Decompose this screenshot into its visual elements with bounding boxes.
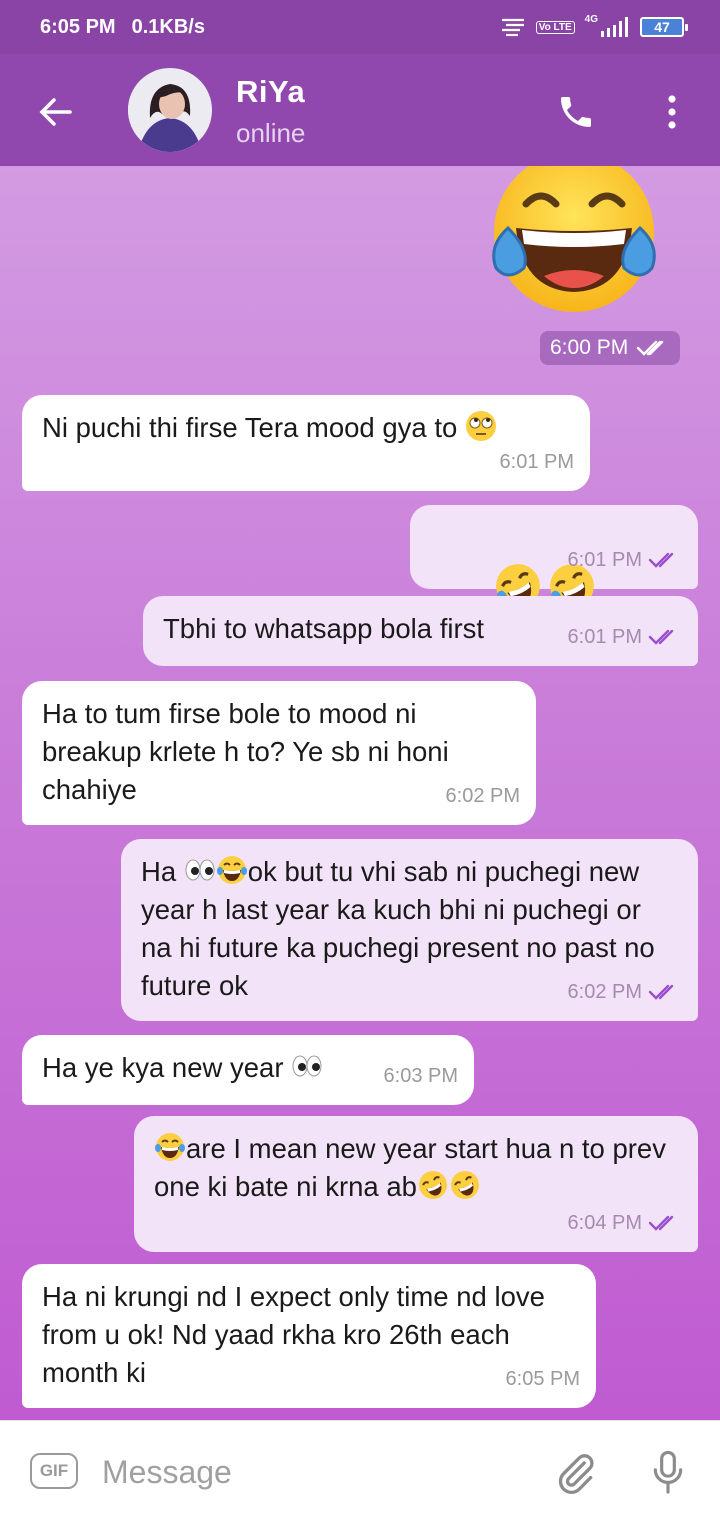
- message-time: 6:02 PM: [445, 785, 520, 807]
- message-meta: 6:05 PM: [506, 1360, 580, 1398]
- more-options-button[interactable]: [654, 88, 690, 136]
- message-input[interactable]: [100, 1445, 534, 1499]
- tears-of-joy-emoji-icon: [216, 856, 247, 884]
- network-type: 4G: [584, 13, 598, 25]
- eyes-emoji-icon: [185, 859, 215, 881]
- notification-lines-icon: [500, 17, 526, 37]
- read-receipt-icon: [637, 340, 664, 356]
- message-bubble-outgoing[interactable]: Tbhi to whatsapp bola first 6:01 PM: [143, 596, 698, 666]
- message-time: 6:03 PM: [383, 1065, 458, 1087]
- message-meta: 6:01 PM: [568, 541, 682, 579]
- chat-screen: 6:05 PM 0.1KB/s Vo LTE 4G 47 RiYa online…: [0, 0, 720, 1520]
- volte-badge-icon: Vo LTE: [535, 20, 575, 34]
- message-time: 6:02 PM: [567, 981, 642, 1003]
- message-bubble-outgoing[interactable]: 6:01 PM: [410, 505, 698, 608]
- message-text: Ha ni krungi nd I expect only time nd lo…: [42, 1281, 553, 1388]
- message-text: are I mean new year start hua n to prev …: [154, 1133, 674, 1202]
- tears-of-joy-icon: [492, 166, 656, 312]
- message-list[interactable]: 6:00 PM Ni puchi thi firse Tera mood gya…: [0, 166, 720, 1420]
- back-button[interactable]: [28, 84, 84, 140]
- read-receipt-icon: [648, 629, 674, 645]
- microphone-button[interactable]: [646, 1447, 690, 1499]
- rofl-emoji-icon: [450, 1171, 479, 1199]
- message-meta: 6:02 PM: [568, 973, 682, 1011]
- contact-name[interactable]: RiYa: [236, 74, 305, 110]
- call-button[interactable]: [552, 88, 600, 136]
- message-time: 6:01 PM: [567, 626, 642, 648]
- signal-icon: 4G: [584, 13, 630, 37]
- message-bubble-incoming[interactable]: Ha ni krungi nd I expect only time nd lo…: [22, 1264, 596, 1408]
- message-bubble-outgoing[interactable]: Ha ok but tu vhi sab ni puchegi new year…: [121, 839, 698, 1021]
- message-time: 6:05 PM: [505, 1368, 580, 1390]
- message-bubble-incoming[interactable]: Ha ye kya new year 6:03 PM: [22, 1035, 474, 1105]
- message-text: Ni puchi thi firse Tera mood gya to: [42, 409, 570, 447]
- status-bar: 6:05 PM 0.1KB/s Vo LTE 4G 47: [0, 0, 720, 54]
- battery-icon: 47: [640, 17, 688, 37]
- message-bubble-incoming[interactable]: Ni puchi thi firse Tera mood gya to 6:01…: [22, 395, 590, 491]
- contact-avatar[interactable]: [128, 68, 212, 152]
- laughing-sticker[interactable]: [486, 166, 662, 314]
- message-bubble-incoming[interactable]: Ha to tum firse bole to mood ni breakup …: [22, 681, 536, 825]
- paperclip-icon: [558, 1454, 594, 1494]
- contact-status: online: [236, 118, 306, 148]
- message-meta: 6:01 PM: [500, 443, 574, 481]
- message-time: 6:04 PM: [567, 1212, 642, 1234]
- more-vertical-icon: [668, 95, 676, 129]
- read-receipt-icon: [648, 552, 674, 568]
- message-text: Ha to tum firse bole to mood ni breakup …: [42, 698, 457, 805]
- back-arrow-icon: [39, 98, 72, 126]
- message-meta: 6:03 PM: [384, 1057, 458, 1095]
- gif-button[interactable]: GIF: [30, 1453, 78, 1489]
- sticker-timestamp: 6:00 PM: [540, 331, 681, 365]
- message-time: 6:01 PM: [567, 549, 642, 571]
- status-icons: Vo LTE 4G 47: [500, 13, 688, 37]
- rofl-emoji-icon: [418, 1171, 447, 1199]
- compose-bar: GIF: [0, 1420, 720, 1520]
- sticker-time: 6:00 PM: [550, 336, 629, 359]
- network-speed: 0.1KB/s: [131, 15, 205, 38]
- message-meta: 6:01 PM: [568, 618, 682, 656]
- status-time: 6:05 PM: [40, 15, 116, 38]
- chat-header: RiYa online: [0, 54, 720, 166]
- read-receipt-icon: [648, 984, 674, 1000]
- message-meta: 6:04 PM: [568, 1204, 682, 1242]
- message-time: 6:01 PM: [499, 451, 574, 473]
- phone-icon: [561, 97, 591, 127]
- read-receipt-icon: [648, 1215, 674, 1231]
- tears-of-joy-emoji-icon: [155, 1133, 185, 1161]
- eyes-emoji-icon: [292, 1055, 322, 1077]
- attach-button[interactable]: [552, 1449, 600, 1497]
- eye-roll-emoji-icon: [465, 411, 496, 441]
- message-meta: 6:02 PM: [446, 777, 520, 815]
- microphone-icon: [653, 1450, 683, 1494]
- message-bubble-outgoing[interactable]: are I mean new year start hua n to prev …: [134, 1116, 698, 1252]
